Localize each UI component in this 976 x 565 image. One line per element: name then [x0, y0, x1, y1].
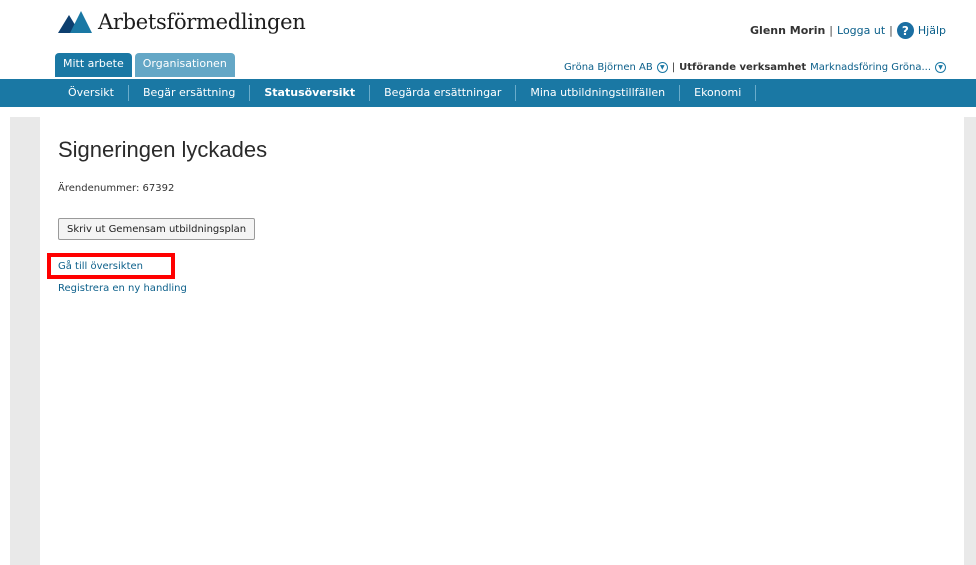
- organization-bar: Gröna Björnen AB ▼ | Utförande verksamhe…: [564, 62, 946, 73]
- arbetsformedlingen-logo-icon: [58, 11, 92, 33]
- tab-mitt-arbete[interactable]: Mitt arbete: [55, 53, 132, 77]
- brand-name: Arbetsförmedlingen: [98, 10, 306, 34]
- register-new-document-link[interactable]: Registrera en ny handling: [58, 283, 187, 294]
- logout-link[interactable]: Logga ut: [837, 24, 885, 37]
- nav-oversikt[interactable]: Översikt: [54, 85, 129, 101]
- header: Arbetsförmedlingen Glenn Morin | Logga u…: [0, 0, 976, 108]
- company-selector[interactable]: Gröna Björnen AB: [564, 62, 653, 73]
- activity-selector[interactable]: Marknadsföring Gröna...: [810, 62, 931, 73]
- chevron-down-icon[interactable]: ▼: [656, 62, 668, 73]
- help-link[interactable]: Hjälp: [918, 24, 946, 37]
- case-number: Ärendenummer: 67392: [58, 183, 175, 194]
- tab-organisationen[interactable]: Organisationen: [134, 53, 235, 77]
- top-tabs: Mitt arbete Organisationen: [55, 53, 235, 77]
- nav-begarda-ersattningar[interactable]: Begärda ersättningar: [370, 85, 517, 101]
- nav-mina-utbildningstillfallen[interactable]: Mina utbildningstillfällen: [516, 85, 681, 101]
- print-plan-button[interactable]: Skriv ut Gemensam utbildningsplan: [58, 218, 256, 240]
- help-icon[interactable]: ?: [896, 22, 914, 39]
- nav-ekonomi[interactable]: Ekonomi: [680, 85, 757, 101]
- separator: |: [829, 24, 834, 37]
- main-content: Signeringen lyckades Ärendenummer: 67392…: [40, 117, 964, 565]
- nav-begar-ersattning[interactable]: Begär ersättning: [129, 85, 251, 101]
- user-name: Glenn Morin: [750, 24, 826, 37]
- go-to-overview-link[interactable]: Gå till översikten: [58, 261, 143, 272]
- logo[interactable]: Arbetsförmedlingen: [58, 10, 306, 34]
- main-nav: Översikt Begär ersättning Statusöversikt…: [0, 79, 976, 107]
- user-area: Glenn Morin | Logga ut | ? Hjälp: [750, 22, 946, 39]
- separator: |: [889, 24, 893, 37]
- activity-label: Utförande verksamhet: [679, 62, 807, 73]
- page-title: Signeringen lyckades: [58, 137, 268, 162]
- chevron-down-icon[interactable]: ▼: [935, 62, 946, 73]
- separator: |: [671, 62, 676, 73]
- nav-statusoversikt[interactable]: Statusöversikt: [250, 85, 371, 101]
